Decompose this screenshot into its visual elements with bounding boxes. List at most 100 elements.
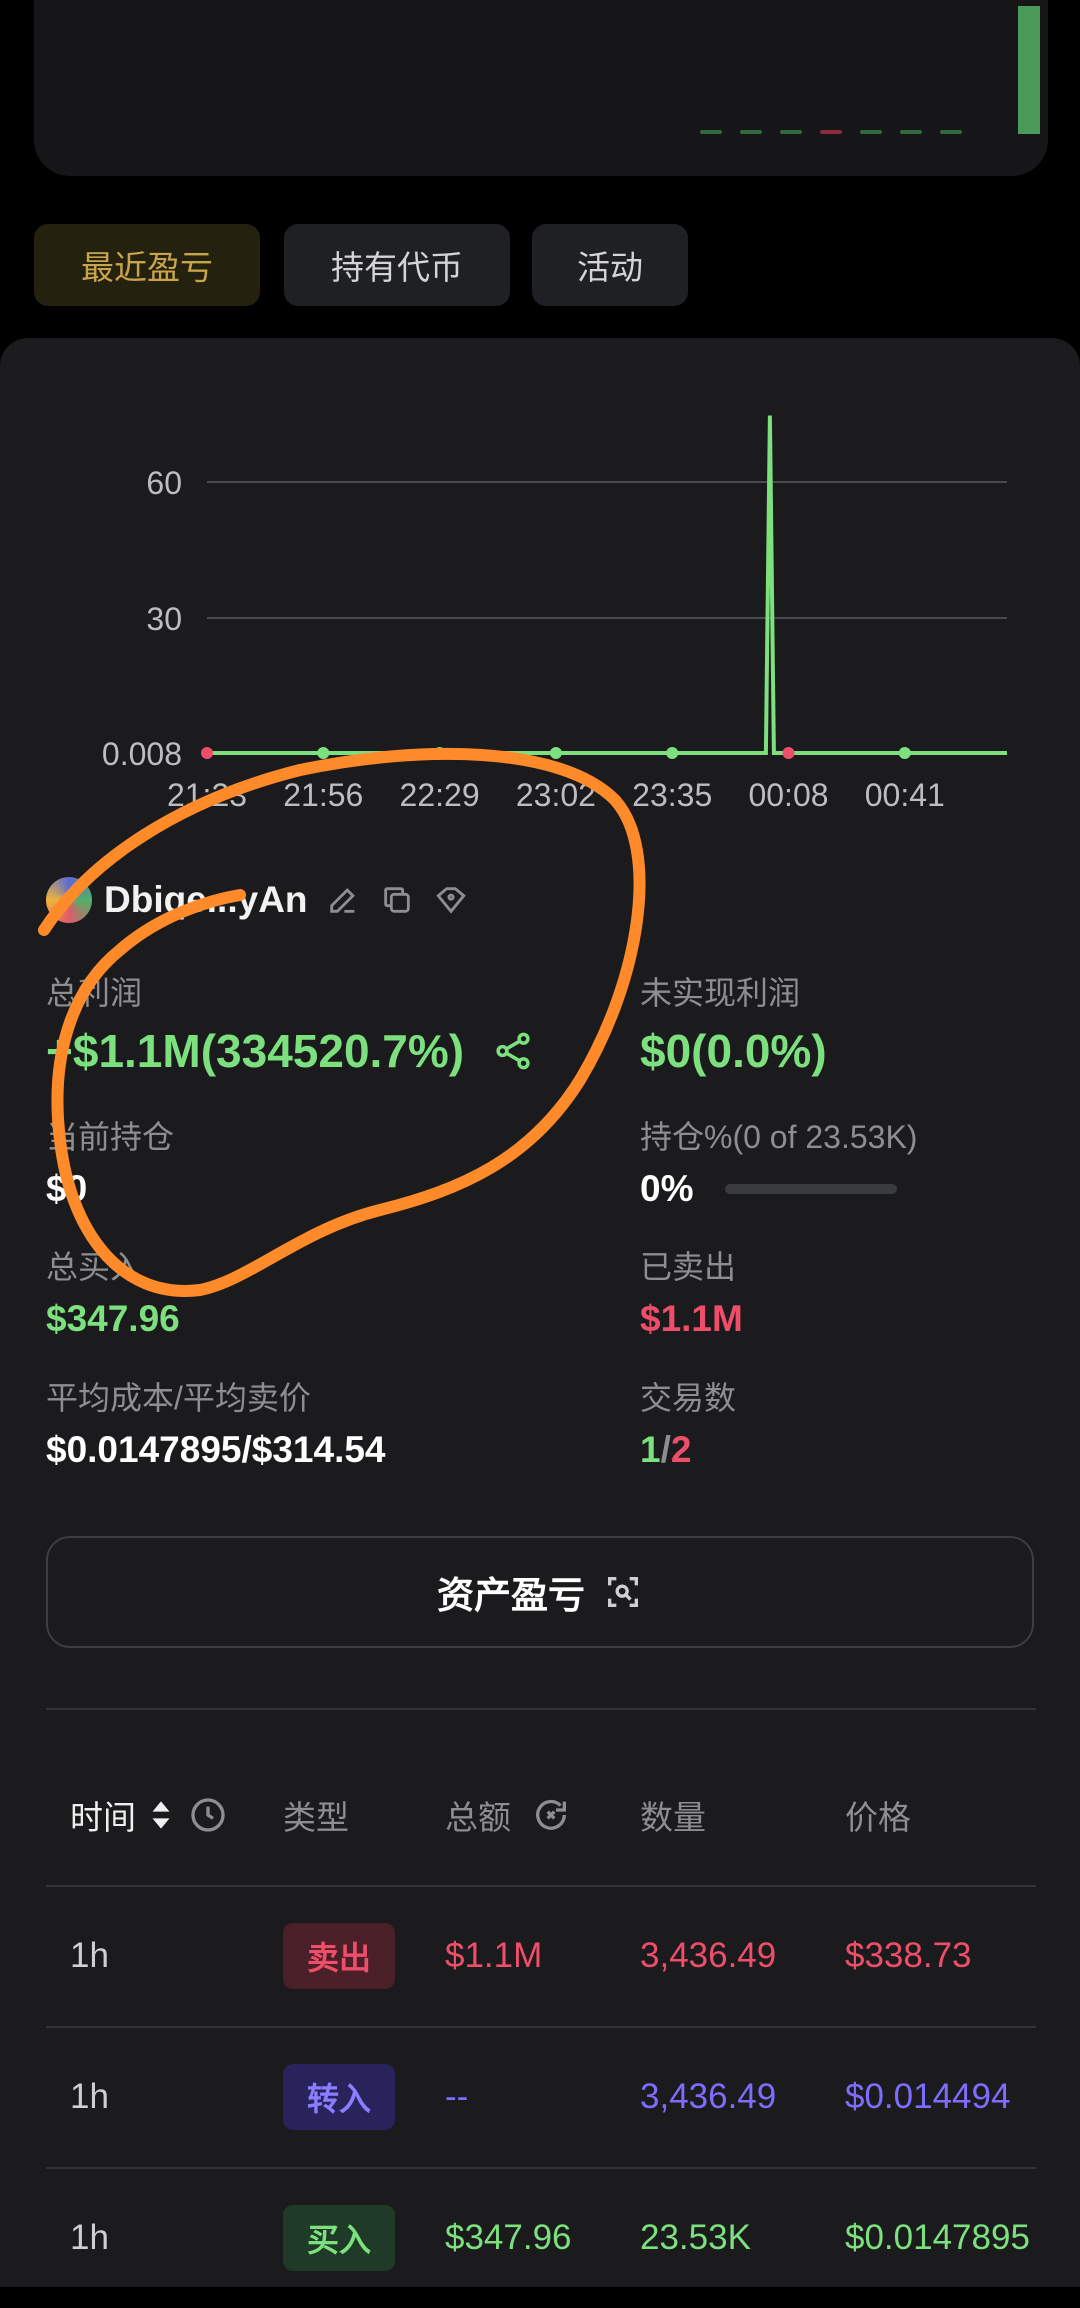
stat-label: 当前持仓 — [46, 1119, 175, 1155]
sort-icon[interactable] — [150, 1798, 172, 1832]
section-divider — [46, 1708, 1036, 1710]
stat-value: $0 — [46, 1168, 88, 1209]
y-tick-label: 30 — [146, 601, 182, 637]
col-header-label: 价格 — [845, 1799, 911, 1836]
row-qty: 3,436.49 — [640, 1936, 777, 1975]
row-total: $1.1M — [445, 1936, 543, 1975]
table-row[interactable]: 1h 买入 $347.96 23.53K $0.0147895 — [0, 2168, 1080, 2308]
wallet-name: Dbiqe...yAn — [104, 879, 308, 920]
y-tick-label: 60 — [146, 465, 182, 501]
holding-progress-bar — [725, 1184, 898, 1194]
stat-label: 未实现利润 — [640, 975, 801, 1011]
stat-value: $0(0.0%) — [640, 1025, 827, 1077]
data-point — [549, 747, 562, 759]
mini-dash — [820, 130, 842, 134]
stat-value: $1.1M — [640, 1298, 743, 1339]
row-time: 1h — [70, 1936, 109, 1975]
stat-label: 已卖出 — [640, 1249, 737, 1285]
count-separator: / — [660, 1429, 671, 1470]
clock-icon[interactable] — [188, 1795, 228, 1835]
row-total: -- — [445, 2077, 469, 2116]
asset-pnl-button[interactable]: 资产盈亏 — [46, 1536, 1034, 1648]
type-badge: 卖出 — [283, 1923, 396, 1989]
col-header-qty: 数量 — [640, 1792, 706, 1838]
row-price: $0.0147895 — [845, 2218, 1030, 2257]
sell-count: 2 — [670, 1429, 692, 1470]
stat-label: 平均成本/平均卖价 — [46, 1380, 311, 1416]
type-badge: 转入 — [283, 2064, 396, 2130]
unrealized-profit: 未实现利润 $0(0.0%) — [640, 968, 827, 1078]
col-header-type: 类型 — [283, 1792, 349, 1838]
tab-recent-pnl[interactable]: 最近盈亏 — [34, 224, 260, 306]
trade-count: 交易数 1/2 — [640, 1373, 736, 1471]
row-total: $347.96 — [445, 2218, 572, 2257]
total-buy: 总买入 $347.96 — [46, 1242, 180, 1340]
type-badge: 买入 — [283, 2205, 396, 2271]
stat-label: 总利润 — [46, 975, 143, 1011]
pnl-chart: 60 30 0.008 21:23 21:56 22:29 23:02 23:35 00:08 0… — [102, 415, 1007, 813]
table-row[interactable]: 1h 转入 -- 3,436.49 $0.014494 — [0, 2027, 1080, 2167]
y-tick-label: 0.008 — [102, 736, 182, 772]
x-tick-label: 00:08 — [748, 777, 828, 813]
copy-icon[interactable] — [378, 881, 416, 919]
col-header-total: 总额 — [445, 1792, 571, 1838]
stat-value: $0.0147895/$314.54 — [46, 1429, 386, 1470]
mini-dash — [700, 130, 722, 134]
edit-icon[interactable] — [324, 881, 362, 919]
x-tick-label: 23:35 — [632, 777, 712, 813]
table-row[interactable]: 1h 卖出 $1.1M 3,436.49 $338.73 — [0, 1886, 1080, 2026]
current-position: 当前持仓 $0 — [46, 1112, 174, 1210]
share-icon[interactable] — [492, 1030, 534, 1072]
tab-holdings[interactable]: 持有代币 — [284, 224, 510, 306]
col-header-time[interactable]: 时间 — [70, 1792, 228, 1838]
stat-value: +$1.1M(334520.7%) — [46, 1025, 465, 1077]
col-header-price: 价格 — [845, 1792, 911, 1838]
asset-pnl-label: 资产盈亏 — [437, 1575, 585, 1616]
avg-cost-price: 平均成本/平均卖价 $0.0147895/$314.54 — [46, 1373, 386, 1471]
stat-value: 0% — [640, 1168, 694, 1209]
refresh-icon[interactable] — [531, 1795, 571, 1835]
data-point — [201, 747, 213, 759]
data-point — [317, 747, 330, 759]
holding-percent: 持仓%(0 of 23.53K) 0% — [640, 1112, 917, 1210]
series-line — [207, 415, 1007, 755]
mini-dash — [860, 130, 882, 134]
stat-label: 总买入 — [46, 1249, 143, 1285]
col-header-label: 类型 — [283, 1799, 349, 1836]
row-time: 1h — [70, 2077, 109, 2116]
data-point — [433, 747, 446, 759]
stat-value: $347.96 — [46, 1298, 180, 1339]
x-tick-label: 21:56 — [283, 777, 363, 813]
col-header-label: 时间 — [70, 1799, 136, 1836]
x-tick-label: 23:02 — [516, 777, 596, 813]
x-tick-label: 21:23 — [167, 777, 247, 813]
tab-activity[interactable]: 活动 — [532, 224, 688, 306]
mini-dash — [740, 130, 762, 134]
avatar — [46, 877, 92, 923]
col-header-label: 数量 — [640, 1799, 706, 1836]
mini-dash — [900, 130, 922, 134]
stat-label: 持仓%(0 of 23.53K) — [640, 1119, 918, 1155]
tag-icon[interactable] — [432, 881, 470, 919]
scan-icon — [603, 1572, 643, 1612]
stat-label: 交易数 — [640, 1380, 737, 1416]
top-chart-card — [34, 0, 1048, 176]
row-price: $0.014494 — [845, 2077, 1011, 2116]
data-point — [782, 747, 795, 759]
mini-dash — [780, 130, 802, 134]
mini-dash — [940, 130, 962, 134]
data-point — [898, 747, 911, 759]
sold: 已卖出 $1.1M — [640, 1242, 743, 1340]
x-tick-label: 22:29 — [400, 777, 480, 813]
data-point — [666, 747, 679, 759]
total-profit: 总利润 +$1.1M(334520.7%) — [46, 968, 534, 1078]
buy-count: 1 — [640, 1429, 661, 1470]
row-qty: 3,436.49 — [640, 2077, 777, 2116]
row-qty: 23.53K — [640, 2218, 751, 2257]
row-time: 1h — [70, 2218, 109, 2257]
col-header-label: 总额 — [445, 1799, 511, 1836]
x-tick-label: 00:41 — [865, 777, 945, 813]
wallet-header: Dbiqe...yAn — [46, 873, 470, 927]
mini-bar — [1018, 6, 1040, 134]
row-price: $338.73 — [845, 1936, 972, 1975]
